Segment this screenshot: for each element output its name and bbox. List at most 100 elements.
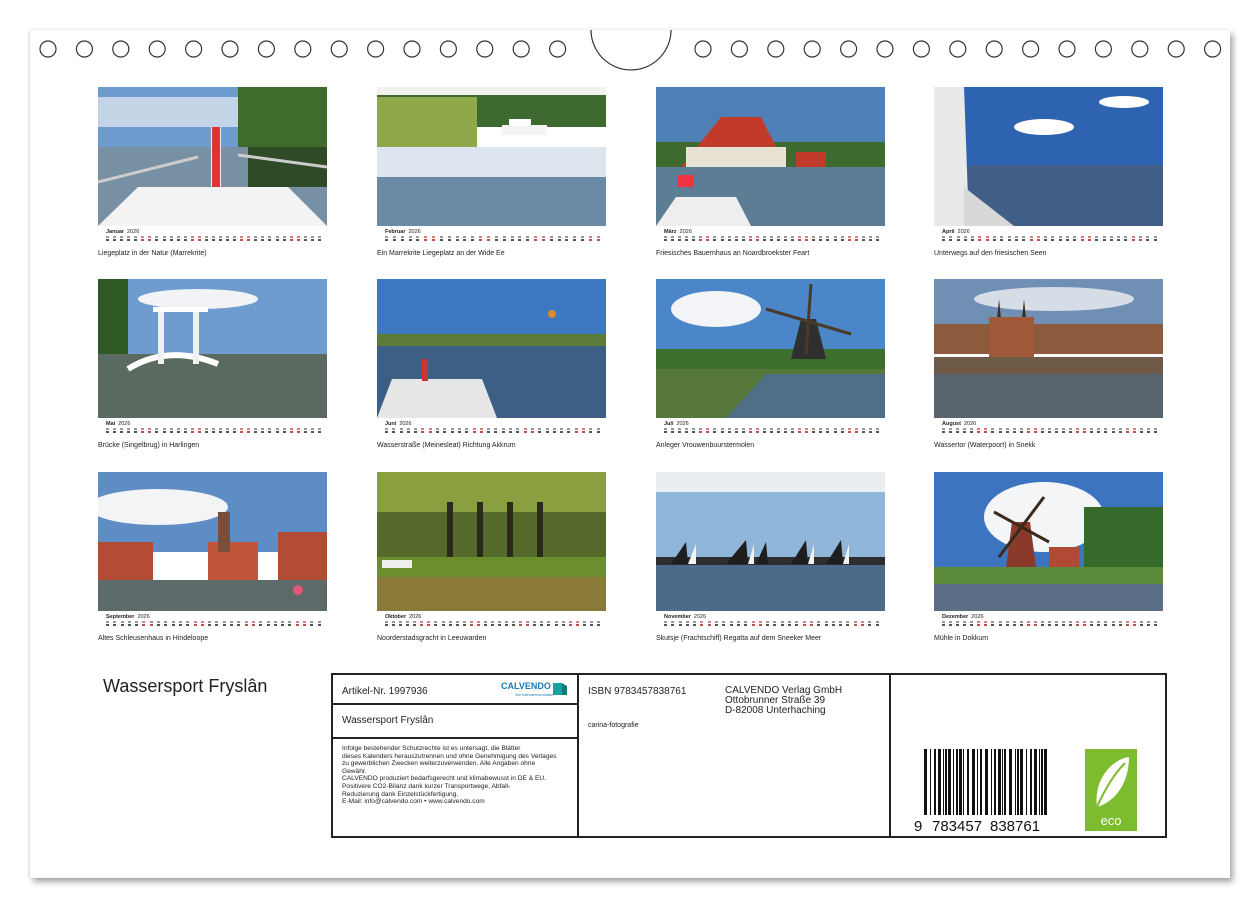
day-mark <box>502 236 506 238</box>
day-mark <box>230 621 234 623</box>
day-mark <box>1104 428 1108 430</box>
day-mark <box>1153 621 1157 623</box>
svg-text:838761: 838761 <box>990 818 1040 833</box>
day-mark <box>295 621 299 623</box>
svg-text:CALVENDO: CALVENDO <box>501 681 551 691</box>
calendar-strip-april: April 2026 <box>934 229 1163 245</box>
caption-september: Altes Schleusenhaus in Hindeloope <box>98 635 209 642</box>
eco-badge: eco <box>1085 749 1137 831</box>
day-mark <box>875 236 879 238</box>
day-mark <box>819 428 823 430</box>
day-mark <box>190 236 194 238</box>
day-mark <box>204 428 208 430</box>
day-mark <box>854 428 858 430</box>
binding-hole <box>257 40 275 58</box>
binding-hole <box>112 40 130 58</box>
photo-august <box>934 279 1163 418</box>
day-mark <box>455 621 459 623</box>
day-mark <box>465 428 469 430</box>
day-mark <box>713 428 717 430</box>
day-mark <box>439 236 443 238</box>
day-mark <box>942 621 945 623</box>
caption-august: Wassertor (Waterpoort) in Snekk <box>934 442 1036 449</box>
day-mark <box>155 428 159 430</box>
day-mark <box>568 621 572 623</box>
day-mark <box>1139 428 1143 430</box>
binding-hole <box>75 40 94 58</box>
binding-hole <box>1131 40 1149 58</box>
day-mark <box>868 236 872 238</box>
day-mark <box>575 621 579 623</box>
day-mark <box>282 236 286 238</box>
day-mark <box>574 428 578 430</box>
day-mark <box>769 428 773 430</box>
binding-hole <box>330 40 348 58</box>
day-mark <box>1058 236 1062 238</box>
day-mark <box>134 428 138 430</box>
day-mark <box>780 621 784 623</box>
day-mark <box>736 621 740 623</box>
photo-oktober <box>377 472 606 611</box>
day-mark <box>1090 428 1094 430</box>
day-mark <box>1132 621 1136 623</box>
day-mark <box>840 236 844 238</box>
day-mark <box>758 621 762 623</box>
day-mark <box>560 428 564 430</box>
day-mark <box>197 236 201 238</box>
day-row <box>385 620 600 628</box>
day-mark <box>385 236 388 238</box>
day-mark <box>949 236 953 238</box>
day-mark <box>171 621 175 623</box>
day-mark <box>1012 621 1016 623</box>
day-mark <box>113 621 117 623</box>
day-mark <box>148 428 152 430</box>
day-mark <box>289 236 293 238</box>
day-mark <box>817 621 821 623</box>
day-mark <box>149 621 153 623</box>
day-mark <box>1033 621 1037 623</box>
day-mark <box>868 621 872 623</box>
day-mark <box>247 428 251 430</box>
day-mark <box>552 428 556 430</box>
barcode-bar <box>930 749 931 815</box>
day-mark <box>875 428 879 430</box>
calendar-strip-august: August 2026 <box>934 421 1163 437</box>
day-mark <box>162 236 166 238</box>
day-mark <box>1132 428 1136 430</box>
day-mark <box>734 236 738 238</box>
day-mark <box>251 621 255 623</box>
binding-hole <box>839 40 858 58</box>
day-mark <box>106 428 109 430</box>
day-mark <box>233 428 237 430</box>
day-mark <box>1033 428 1037 430</box>
photo-februar <box>377 87 606 226</box>
barcode-bar <box>967 749 969 815</box>
barcode-bar <box>945 749 947 815</box>
day-mark <box>998 428 1002 430</box>
day-mark <box>240 428 244 430</box>
divider <box>889 675 891 836</box>
day-mark <box>254 428 258 430</box>
day-mark <box>148 236 152 238</box>
day-mark <box>1029 236 1033 238</box>
photo-mai <box>98 279 327 418</box>
day-mark <box>113 428 117 430</box>
day-row <box>106 620 321 628</box>
day-mark <box>685 621 689 623</box>
day-mark <box>1076 428 1080 430</box>
day-mark <box>106 236 109 238</box>
svg-text:eco: eco <box>1101 813 1122 828</box>
day-mark <box>861 236 865 238</box>
day-mark <box>1069 428 1073 430</box>
day-mark <box>589 621 593 623</box>
divider <box>333 703 577 705</box>
day-mark <box>178 621 182 623</box>
day-mark <box>692 428 696 430</box>
day-mark <box>222 621 226 623</box>
day-mark <box>141 428 145 430</box>
day-mark <box>720 236 724 238</box>
binding-hole <box>294 40 312 58</box>
day-mark <box>408 236 412 238</box>
day-mark <box>715 621 719 623</box>
day-mark <box>399 621 403 623</box>
